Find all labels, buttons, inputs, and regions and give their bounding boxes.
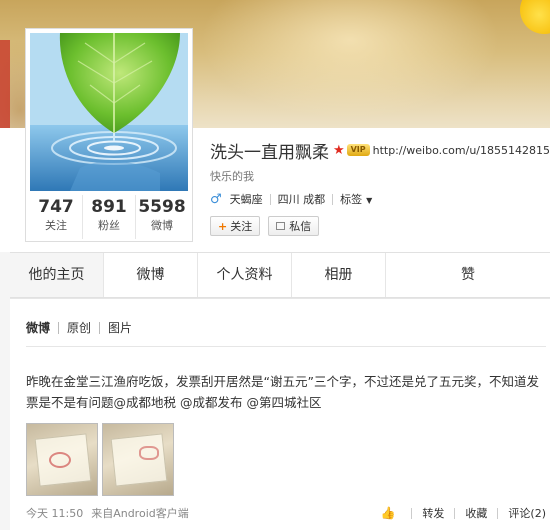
tab-album[interactable]: 相册 bbox=[292, 253, 386, 297]
message-button[interactable]: 私信 bbox=[268, 216, 320, 236]
post-source[interactable]: 来自Android客户端 bbox=[91, 505, 189, 521]
like-icon[interactable]: 👍 bbox=[380, 506, 395, 520]
stat-following-label: 关注 bbox=[45, 219, 67, 232]
profile-location[interactable]: 四川 成都 bbox=[278, 191, 326, 207]
follow-button[interactable]: + 关注 bbox=[210, 216, 261, 236]
filter-all[interactable]: 微博 bbox=[26, 319, 50, 336]
follow-label: 关注 bbox=[230, 220, 253, 233]
tags-dropdown[interactable]: 标签 ▼ bbox=[340, 191, 372, 207]
divider bbox=[58, 321, 60, 334]
stat-posts-label: 微博 bbox=[151, 219, 173, 232]
divider bbox=[269, 193, 271, 205]
vip-badge-icon[interactable]: VIP bbox=[346, 144, 370, 156]
message-label: 私信 bbox=[289, 220, 312, 233]
comment-button[interactable]: 评论(2) bbox=[508, 505, 546, 521]
divider bbox=[411, 507, 413, 519]
post-images bbox=[26, 423, 178, 496]
post-time[interactable]: 今天 11:50 bbox=[26, 505, 83, 521]
filter-images[interactable]: 图片 bbox=[108, 319, 132, 336]
avatar-card: 747 关注 891 粉丝 5598 微博 bbox=[25, 28, 193, 242]
tags-label: 标签 bbox=[340, 193, 363, 206]
avatar[interactable] bbox=[30, 33, 188, 191]
star-icon[interactable]: ★ bbox=[333, 143, 345, 158]
post-footer: 今天 11:50 来自Android客户端 👍 转发 收藏 评论(2) bbox=[26, 505, 546, 521]
divider bbox=[332, 193, 334, 205]
post-image[interactable] bbox=[26, 423, 98, 496]
stamp-image bbox=[139, 446, 159, 460]
favorite-button[interactable]: 收藏 bbox=[465, 505, 487, 521]
forward-button[interactable]: 转发 bbox=[422, 505, 444, 521]
tab-home[interactable]: 他的主页 bbox=[10, 253, 104, 297]
name-row: 洗头一直用飘柔 ★ VIP http://weibo.com/u/1855142… bbox=[210, 138, 550, 163]
profile-meta: ♂ 天蝎座 四川 成都 标签 ▼ bbox=[210, 190, 550, 208]
profile-name: 洗头一直用飘柔 bbox=[210, 142, 329, 163]
leaf-water-image bbox=[30, 33, 188, 191]
profile-actions: + 关注 私信 bbox=[210, 216, 550, 236]
receipt-image bbox=[110, 433, 168, 487]
tab-profile-info[interactable]: 个人资料 bbox=[198, 253, 292, 297]
caret-down-icon: ▼ bbox=[366, 196, 373, 205]
profile-bio: 快乐的我 bbox=[210, 170, 254, 183]
post-image[interactable] bbox=[102, 423, 174, 496]
stat-fans-count: 891 bbox=[91, 197, 127, 217]
divider bbox=[26, 346, 546, 347]
main-content: 微博 原创 图片 昨晚在金堂三江渔府吃饭，发票刮开居然是“谢五元”三个字，不过还… bbox=[10, 298, 550, 530]
message-icon bbox=[276, 222, 286, 230]
tab-likes[interactable]: 赞 bbox=[386, 253, 550, 297]
profile-zodiac[interactable]: 天蝎座 bbox=[230, 191, 263, 207]
stat-following[interactable]: 747 关注 bbox=[30, 195, 83, 239]
profile-tabs: 他的主页 微博 个人资料 相册 赞 bbox=[10, 252, 550, 298]
male-icon: ♂ bbox=[210, 191, 222, 207]
divider bbox=[454, 507, 456, 519]
post-actions: 👍 转发 收藏 评论(2) bbox=[380, 505, 546, 521]
profile-info: 洗头一直用飘柔 ★ VIP http://weibo.com/u/1855142… bbox=[210, 138, 550, 236]
stat-fans-label: 粉丝 bbox=[98, 219, 120, 232]
feed-filter: 微博 原创 图片 bbox=[26, 319, 132, 336]
tab-weibo[interactable]: 微博 bbox=[104, 253, 198, 297]
cover-light bbox=[200, 0, 500, 120]
stat-following-count: 747 bbox=[38, 197, 74, 217]
stat-posts[interactable]: 5598 微博 bbox=[136, 195, 188, 239]
post-text: 昨晚在金堂三江渔府吃饭，发票刮开居然是“谢五元”三个字，不过还是兑了五元奖，不知… bbox=[26, 374, 539, 410]
flower-decoration bbox=[520, 0, 550, 34]
divider bbox=[497, 507, 499, 519]
stat-posts-count: 5598 bbox=[138, 197, 186, 217]
filter-original[interactable]: 原创 bbox=[67, 319, 91, 336]
divider bbox=[99, 321, 101, 334]
profile-url[interactable]: http://weibo.com/u/1855142815 bbox=[373, 144, 550, 157]
stamp-image bbox=[49, 452, 71, 468]
plus-icon: + bbox=[218, 219, 228, 233]
profile-stats: 747 关注 891 粉丝 5598 微博 bbox=[30, 195, 188, 239]
stat-fans[interactable]: 891 粉丝 bbox=[83, 195, 136, 239]
